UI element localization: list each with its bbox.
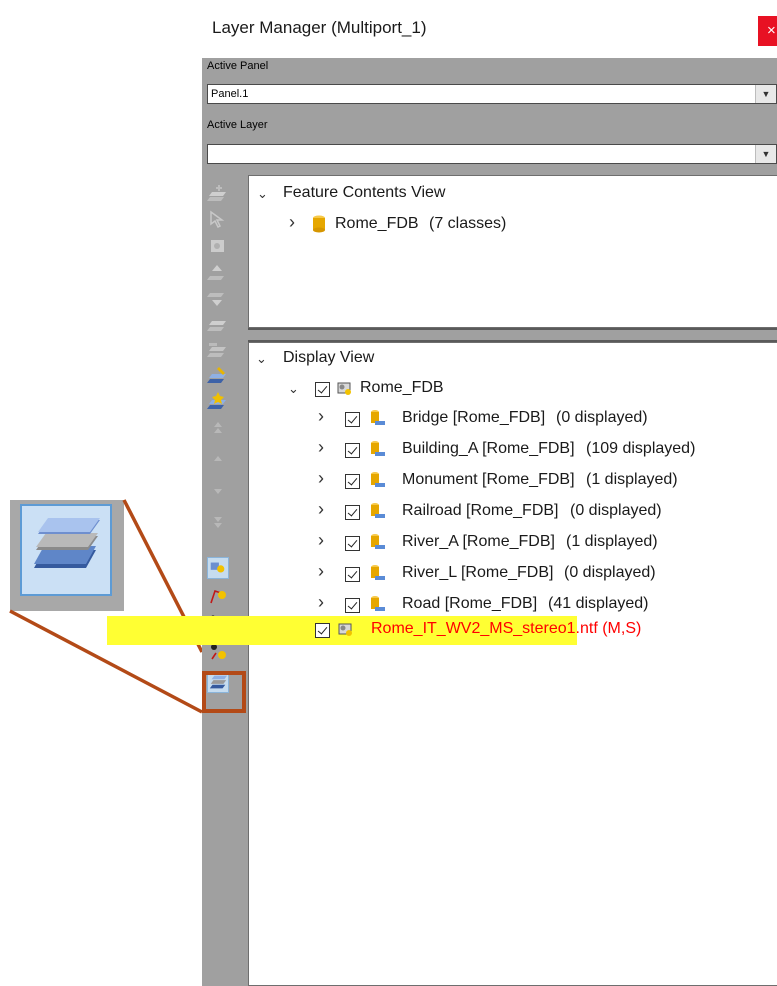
layer-count: (0 displayed) (570, 502, 662, 519)
display-view-title: Display View (283, 349, 375, 366)
layer-name: River_L [Rome_FDB] (402, 564, 554, 581)
window-title: Layer Manager (Multiport_1) (212, 18, 427, 37)
callout-highlight-frame (202, 671, 246, 713)
layer-checkbox[interactable] (345, 443, 360, 458)
select-layer-icon[interactable] (207, 209, 229, 231)
title-bar: Layer Manager (Multiport_1) × (202, 0, 777, 58)
layer-count: (0 displayed) (556, 409, 648, 426)
move-layer-down-icon[interactable] (207, 287, 229, 309)
layer-count: (1 displayed) (586, 471, 678, 488)
feature-class-icon (371, 596, 385, 611)
image-layer-icon (338, 623, 352, 636)
chevron-down-icon[interactable]: ⌄ (256, 351, 267, 367)
feature-contents-pane: ⌄ Feature Contents View › Rome_FDB (7 cl… (248, 175, 777, 328)
add-layer-icon[interactable] (207, 183, 229, 205)
feature-db-count: (7 classes) (429, 215, 507, 232)
move-down-icon[interactable] (207, 479, 229, 501)
edit-layer-icon[interactable] (207, 365, 229, 387)
layer-checkbox[interactable] (345, 567, 360, 582)
chevron-down-icon[interactable]: ▼ (755, 85, 776, 103)
edit-vector-icon[interactable] (207, 585, 229, 607)
zoom-callout (10, 500, 124, 611)
layer-checkbox[interactable] (345, 536, 360, 551)
feature-class-icon (371, 503, 385, 518)
image-layer-icon (337, 382, 351, 395)
active-layer-select[interactable]: ▼ (207, 144, 777, 164)
display-view-pane (248, 342, 777, 986)
chevron-down-icon[interactable]: ▼ (755, 145, 776, 163)
layer-name: Monument [Rome_FDB] (402, 471, 575, 488)
move-layer-up-icon[interactable] (207, 261, 229, 283)
move-up-icon[interactable] (207, 449, 229, 471)
layer-properties-icon[interactable] (207, 313, 229, 335)
active-panel-label: Active Panel (207, 60, 269, 72)
layer-checkbox[interactable] (345, 505, 360, 520)
image-layer-checkbox[interactable] (315, 623, 330, 638)
feature-class-icon (371, 565, 385, 580)
layer-style-icon[interactable] (207, 391, 229, 413)
layer-manager-window: Layer Manager (Multiport_1) × Active Pan… (202, 0, 777, 986)
layer-count: (41 displayed) (548, 595, 649, 612)
close-button[interactable]: × (758, 16, 777, 46)
query-features-icon[interactable] (207, 557, 229, 579)
zoom-layers-icon (20, 504, 112, 596)
feature-class-icon (371, 410, 385, 425)
move-bottom-icon[interactable] (207, 509, 229, 531)
active-layer-label: Active Layer (207, 119, 268, 131)
active-panel-select[interactable]: Panel.1 ▼ (207, 84, 777, 104)
merge-layers-icon[interactable] (207, 339, 229, 361)
layer-toolbar (202, 175, 246, 986)
layer-checkbox[interactable] (345, 412, 360, 427)
layer-name: Building_A [Rome_FDB] (402, 440, 575, 457)
feature-class-icon (371, 534, 385, 549)
active-panel-value: Panel.1 (211, 88, 249, 100)
layer-name: River_A [Rome_FDB] (402, 533, 555, 550)
layer-name: Bridge [Rome_FDB] (402, 409, 546, 426)
database-icon (313, 215, 325, 233)
feature-db-name: Rome_FDB (335, 215, 419, 232)
chevron-right-icon[interactable]: › (318, 530, 324, 551)
chevron-down-icon[interactable]: ⌄ (288, 381, 299, 397)
image-layer-name: Rome_IT_WV2_MS_stereo1.ntf (M,S) (371, 620, 642, 637)
layer-count: (1 displayed) (566, 533, 658, 550)
pane-splitter[interactable] (248, 328, 777, 342)
chevron-right-icon[interactable]: › (289, 212, 295, 233)
layer-name: Railroad [Rome_FDB] (402, 502, 559, 519)
root-checkbox[interactable] (315, 382, 330, 397)
chevron-right-icon[interactable]: › (318, 468, 324, 489)
move-top-icon[interactable] (207, 419, 229, 441)
layer-name: Road [Rome_FDB] (402, 595, 538, 612)
layer-checkbox[interactable] (345, 474, 360, 489)
root-name: Rome_FDB (360, 379, 444, 396)
feature-contents-title: Feature Contents View (283, 184, 446, 201)
chevron-right-icon[interactable]: › (318, 499, 324, 520)
feature-class-icon (371, 441, 385, 456)
image-layer-icon[interactable] (207, 235, 229, 257)
chevron-right-icon[interactable]: › (318, 406, 324, 427)
chevron-down-icon[interactable]: ⌄ (257, 186, 268, 202)
chevron-right-icon[interactable]: › (318, 437, 324, 458)
layer-count: (0 displayed) (564, 564, 656, 581)
feature-class-icon (371, 472, 385, 487)
layer-checkbox[interactable] (345, 598, 360, 613)
layer-count: (109 displayed) (586, 440, 696, 457)
chevron-right-icon[interactable]: › (318, 561, 324, 582)
chevron-right-icon[interactable]: › (318, 592, 324, 613)
